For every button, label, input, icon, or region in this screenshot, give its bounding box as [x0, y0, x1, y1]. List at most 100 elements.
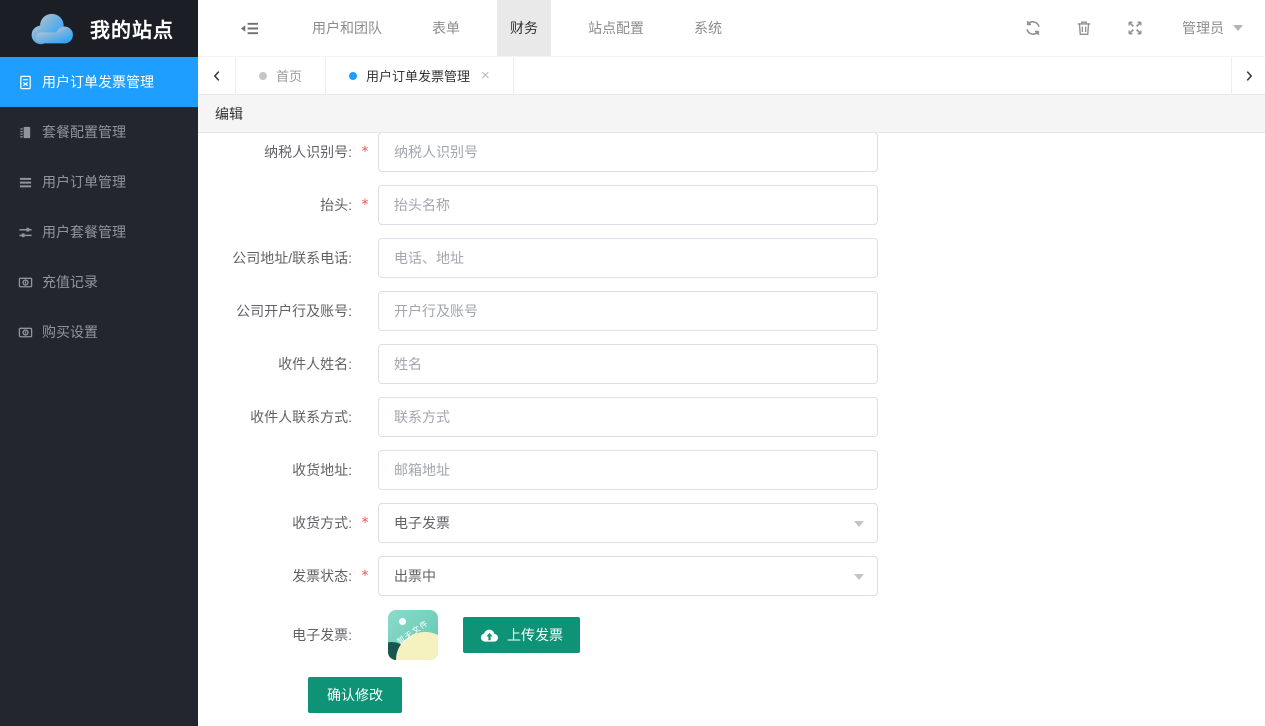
- sidebar-item[interactable]: 购买设置: [0, 307, 198, 357]
- field-label: 电子发票:: [198, 625, 352, 645]
- topnav-item[interactable]: 用户和团队: [299, 0, 395, 56]
- form-row: 收货地址:: [198, 450, 1265, 490]
- invoice-file-icon: [17, 74, 33, 90]
- package-config-icon: [17, 124, 33, 140]
- topnav-item[interactable]: 系统: [681, 0, 735, 56]
- cloud-logo-icon: [24, 10, 78, 48]
- select-input[interactable]: 出票中: [378, 556, 878, 596]
- form-row: 发票状态:* 出票中: [198, 556, 1265, 596]
- trash-icon[interactable]: [1058, 0, 1109, 56]
- sidebar-item-label: 用户订单发票管理: [42, 72, 154, 92]
- order-list-icon: [17, 174, 33, 190]
- tab-dot-icon: [349, 72, 357, 80]
- sidebar-item[interactable]: 充值记录: [0, 257, 198, 307]
- form-row: 电子发票: 暂无文件 上传发票: [198, 610, 1265, 660]
- topnav-item[interactable]: 站点配置: [575, 0, 657, 56]
- topbar-actions: 管理员: [1007, 0, 1265, 56]
- sidebar-item[interactable]: 用户订单发票管理: [0, 57, 198, 107]
- sidebar-item[interactable]: 用户套餐管理: [0, 207, 198, 257]
- sidebar-item-label: 用户套餐管理: [42, 222, 126, 242]
- tab-bar: 首页 用户订单发票管理 ×: [198, 57, 1265, 95]
- topnav-item[interactable]: 表单: [419, 0, 473, 56]
- sidebar-item-label: 用户订单管理: [42, 172, 126, 192]
- tab[interactable]: 首页: [236, 57, 326, 94]
- text-input[interactable]: [378, 344, 878, 384]
- no-file-thumbnail[interactable]: 暂无文件: [388, 610, 438, 660]
- field-label: 收件人联系方式:: [198, 407, 352, 427]
- caret-down-icon: [854, 574, 864, 580]
- recharge-icon: [17, 274, 33, 290]
- text-input[interactable]: [378, 291, 878, 331]
- purchase-icon: [17, 324, 33, 340]
- select-value: 出票中: [394, 566, 436, 586]
- action-icons: [1007, 0, 1160, 56]
- required-asterisk: *: [352, 515, 378, 531]
- sun-icon: [399, 618, 406, 625]
- required-asterisk: *: [352, 197, 378, 213]
- required-asterisk: *: [352, 144, 378, 160]
- text-input[interactable]: [378, 397, 878, 437]
- form-row: 公司开户行及账号:: [198, 291, 1265, 331]
- form-row: 收件人姓名:: [198, 344, 1265, 384]
- upload-control: 暂无文件 上传发票: [378, 610, 580, 660]
- caret-down-icon: [854, 521, 864, 527]
- collapse-menu-icon[interactable]: [240, 0, 259, 56]
- close-icon[interactable]: ×: [481, 68, 490, 83]
- chevron-right-icon[interactable]: [1231, 57, 1265, 94]
- text-input[interactable]: [378, 238, 878, 278]
- text-input[interactable]: [378, 133, 878, 172]
- field-label: 收货地址:: [198, 460, 352, 480]
- upload-button-label: 上传发票: [507, 625, 563, 645]
- field-label: 抬头:: [198, 195, 352, 215]
- sidebar-item[interactable]: 套餐配置管理: [0, 107, 198, 157]
- form-row: 收件人联系方式:: [198, 397, 1265, 437]
- app-window: 我的站点 用户订单发票管理套餐配置管理用户订单管理用户套餐管理充值记录购买设置 …: [0, 0, 1265, 726]
- form-row: 纳税人识别号:*: [198, 133, 1265, 172]
- sidebar-item-label: 套餐配置管理: [42, 122, 126, 142]
- select-value: 电子发票: [394, 513, 450, 533]
- chevron-left-icon[interactable]: [198, 57, 236, 94]
- field-label: 公司开户行及账号:: [198, 301, 352, 321]
- text-input[interactable]: [378, 450, 878, 490]
- tabs: 首页 用户订单发票管理 ×: [236, 57, 514, 94]
- field-label: 收件人姓名:: [198, 354, 352, 374]
- sidebar-menu: 用户订单发票管理套餐配置管理用户订单管理用户套餐管理充值记录购买设置: [0, 57, 198, 357]
- logo[interactable]: 我的站点: [0, 0, 198, 57]
- expand-icon[interactable]: [1109, 0, 1160, 56]
- user-package-icon: [17, 224, 33, 240]
- tab[interactable]: 用户订单发票管理 ×: [326, 57, 514, 94]
- section-header: 编辑: [198, 95, 1265, 133]
- tab-label: 首页: [276, 66, 302, 85]
- refresh-icon[interactable]: [1007, 0, 1058, 56]
- tab-dot-icon: [259, 72, 267, 80]
- sidebar-item-label: 购买设置: [42, 322, 98, 342]
- upload-invoice-button[interactable]: 上传发票: [463, 617, 580, 653]
- required-asterisk: *: [352, 568, 378, 584]
- tab-label: 用户订单发票管理: [366, 66, 470, 85]
- sidebar: 我的站点 用户订单发票管理套餐配置管理用户订单管理用户套餐管理充值记录购买设置: [0, 0, 198, 726]
- edit-form: 纳税人识别号:*抬头:*公司地址/联系电话:公司开户行及账号:收件人姓名:收件人…: [198, 133, 1265, 726]
- top-nav: 用户和团队表单财务站点配置系统: [287, 0, 747, 56]
- section-title: 编辑: [215, 104, 243, 124]
- user-dropdown[interactable]: 管理员: [1160, 0, 1265, 56]
- topnav-item[interactable]: 财务: [497, 0, 551, 56]
- site-title: 我的站点: [90, 14, 174, 43]
- form-row: 公司地址/联系电话:: [198, 238, 1265, 278]
- sidebar-item-label: 充值记录: [42, 272, 98, 292]
- field-label: 收货方式:: [198, 513, 352, 533]
- text-input[interactable]: [378, 185, 878, 225]
- caret-down-icon: [1233, 25, 1243, 31]
- top-header: 用户和团队表单财务站点配置系统 管理员: [198, 0, 1265, 57]
- main-panel: 用户和团队表单财务站点配置系统 管理员 首页 用户订单发票管理 × 编辑 纳税人识别…: [198, 0, 1265, 726]
- upload-cloud-icon: [480, 628, 499, 643]
- form-rows: 纳税人识别号:*抬头:*公司地址/联系电话:公司开户行及账号:收件人姓名:收件人…: [198, 133, 1265, 660]
- field-label: 公司地址/联系电话:: [198, 248, 352, 268]
- field-label: 发票状态:: [198, 566, 352, 586]
- form-row: 收货方式:* 电子发票: [198, 503, 1265, 543]
- user-name: 管理员: [1182, 18, 1224, 38]
- form-row: 抬头:*: [198, 185, 1265, 225]
- sidebar-item[interactable]: 用户订单管理: [0, 157, 198, 207]
- select-input[interactable]: 电子发票: [378, 503, 878, 543]
- confirm-submit-button[interactable]: 确认修改: [308, 677, 402, 713]
- field-label: 纳税人识别号:: [198, 142, 352, 162]
